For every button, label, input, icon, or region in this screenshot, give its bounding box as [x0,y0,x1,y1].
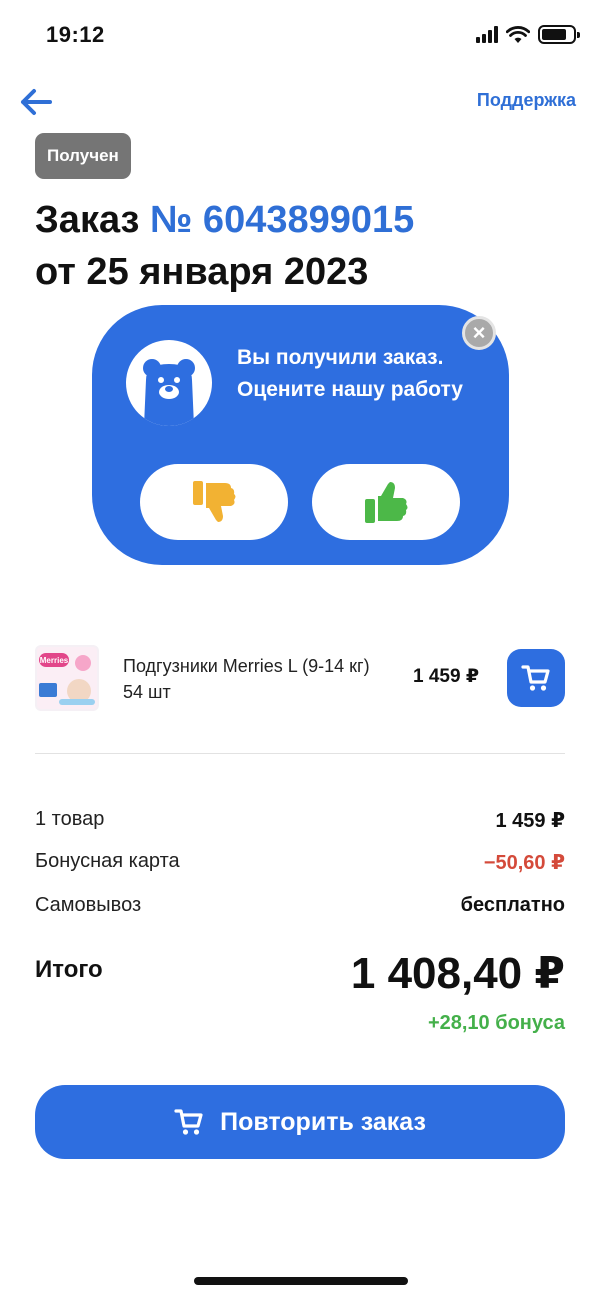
bonus-card-discount: −50,60 ₽ [483,852,565,874]
product-price: 1 459 ₽ [413,666,480,687]
status-icons [476,25,580,44]
repeat-order-button[interactable]: Повторить заказ [35,1085,565,1159]
add-to-cart-button[interactable] [507,649,565,707]
signal-icon [476,26,498,43]
status-time: 19:12 [46,22,105,47]
order-details-screen: 19:12 Поддержка Получен Заказ № 60438990… [0,0,600,1297]
total-value: 1 408,40 ₽ [350,949,565,998]
pickup-label: Самовывоз [35,894,142,916]
order-title: Заказ № 6043899015 [35,196,414,244]
thumbs-up-icon [365,482,408,523]
summary-bonus-row: Бонусная карта −50,60 ₽ [35,850,565,875]
items-count-label: 1 товар [35,808,105,830]
product-name[interactable]: Подгузники Merries L (9-14 кг) 54 шт [123,653,383,705]
rating-prompt: Вы получили заказ. Оцените нашу работу [237,346,463,401]
like-button[interactable] [312,464,460,540]
bonus-earned: +28,10 бонуса [427,1012,565,1034]
pickup-value: бесплатно [460,894,565,916]
summary-items-row: 1 товар 1 459 ₽ [35,808,565,833]
wifi-icon [506,25,530,43]
total-label: Итого [35,956,103,983]
arrow-left-icon [21,89,52,115]
svg-text:Merries: Merries [40,656,69,665]
cart-icon [521,665,550,691]
summary-pickup-row: Самовывоз бесплатно [35,894,565,917]
product-image: Merries [35,645,99,711]
battery-icon [538,25,580,44]
bear-icon [143,359,195,426]
repeat-order-label: Повторить заказ [220,1107,426,1136]
cart-icon [174,1109,203,1135]
order-date: от 25 января 2023 [35,251,369,293]
dislike-button[interactable] [140,464,288,540]
divider [35,753,565,754]
status-badge: Получен [35,133,131,179]
order-number: № 6043899015 [150,199,415,241]
diaper-pack-image: Merries [37,647,97,709]
home-indicator[interactable] [194,1277,408,1285]
items-total-value: 1 459 ₽ [495,810,565,832]
support-link[interactable]: Поддержка [477,90,576,111]
bear-mascot [126,340,212,426]
bonus-card-label: Бонусная карта [35,850,180,872]
back-button[interactable] [18,84,54,120]
status-bar: 19:12 [0,0,600,72]
product-row[interactable]: Merries Подгузники Merries L (9-14 кг) 5… [35,645,565,711]
thumbs-down-icon [193,481,236,522]
order-title-prefix: Заказ [35,199,140,241]
